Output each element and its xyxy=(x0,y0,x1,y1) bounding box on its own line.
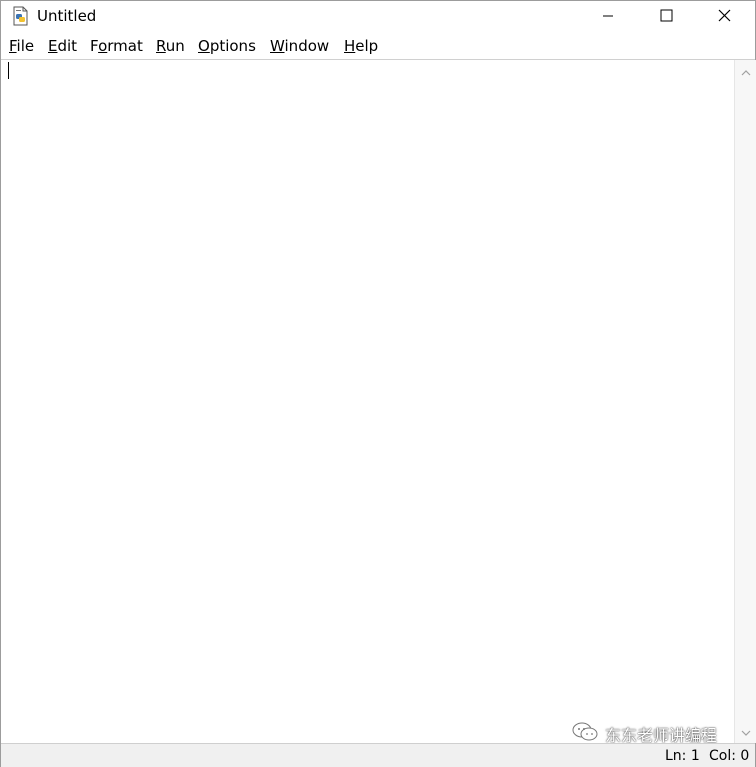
window-title: Untitled xyxy=(37,7,97,25)
chevron-down-icon xyxy=(741,722,751,741)
maximize-icon xyxy=(660,7,673,26)
code-editor[interactable] xyxy=(1,60,734,743)
menu-window[interactable]: Window xyxy=(270,37,329,55)
menu-help[interactable]: Help xyxy=(344,37,378,55)
column-number: Col: 0 xyxy=(709,748,750,764)
close-icon xyxy=(718,7,731,26)
line-number: Ln: 1 xyxy=(665,748,700,764)
scroll-up-button[interactable] xyxy=(735,62,756,79)
menu-run[interactable]: Run xyxy=(156,37,185,55)
title-bar[interactable]: Untitled xyxy=(1,1,755,31)
menu-edit[interactable]: Edit xyxy=(48,37,77,55)
chevron-up-icon xyxy=(741,61,751,80)
menu-format[interactable]: Format xyxy=(90,37,143,55)
status-bar: Ln: 1 Col: 0 xyxy=(1,743,755,767)
text-cursor xyxy=(8,62,9,79)
watermark: 东东老师讲编程 xyxy=(571,722,717,745)
minimize-button[interactable] xyxy=(579,1,637,31)
scroll-down-button[interactable] xyxy=(735,723,756,740)
python-file-icon xyxy=(11,6,31,26)
minimize-icon xyxy=(602,7,614,26)
vertical-scrollbar[interactable] xyxy=(734,60,756,743)
close-button[interactable] xyxy=(695,1,753,31)
menu-options[interactable]: Options xyxy=(198,37,256,55)
maximize-button[interactable] xyxy=(637,1,695,31)
menu-bar: File Edit Format Run Options Window Help xyxy=(1,31,755,60)
menu-file[interactable]: File xyxy=(9,37,34,55)
idle-editor-window: Untitled File Edit Format Run Options Wi… xyxy=(0,0,756,767)
